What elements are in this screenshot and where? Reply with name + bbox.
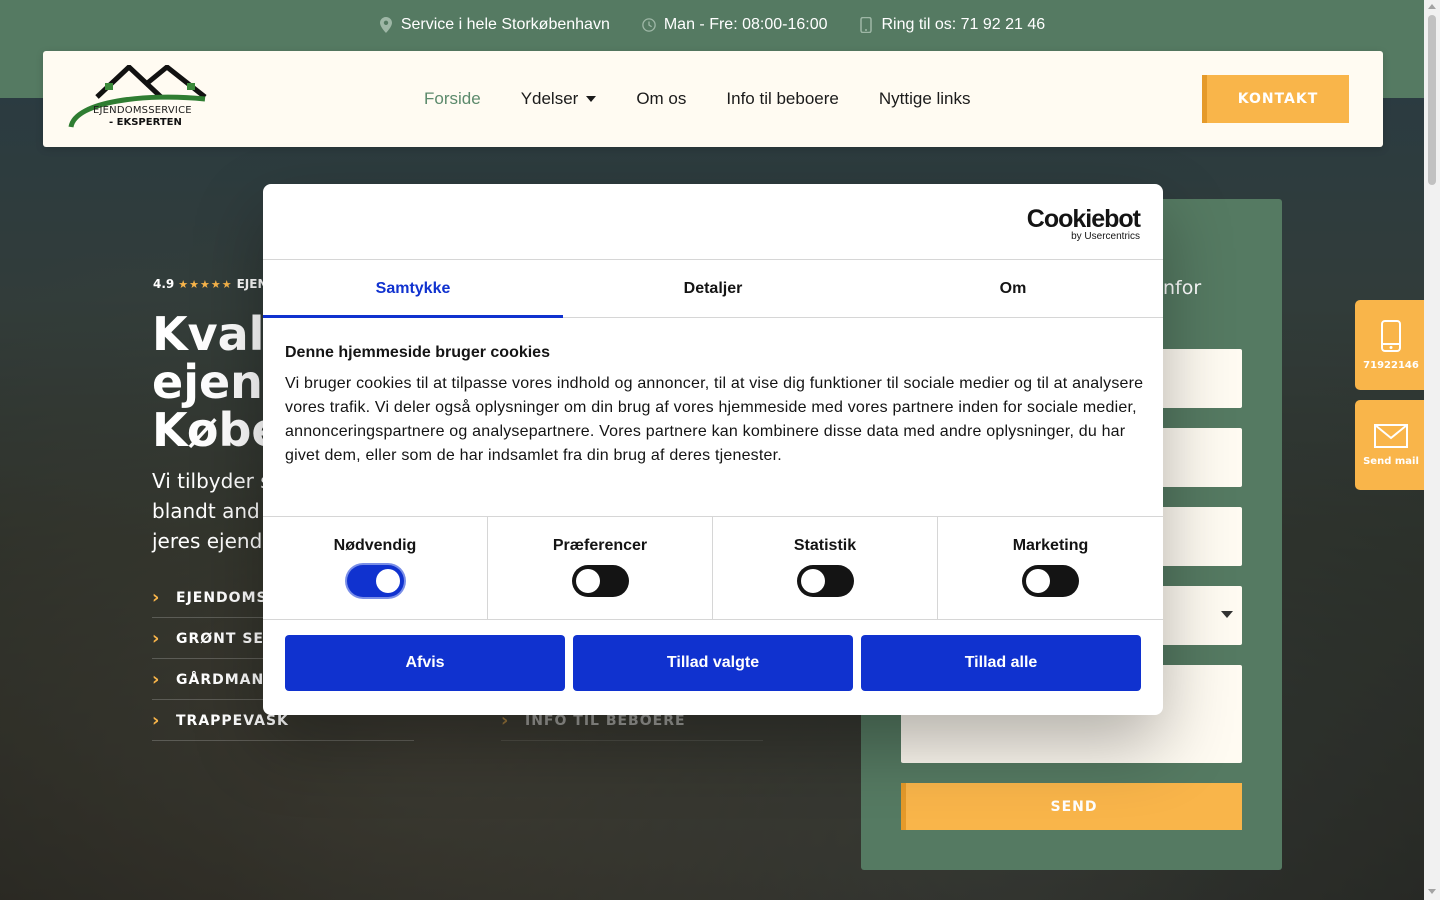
select-caret-icon — [1221, 611, 1233, 618]
float-call-label: 71922146 — [1363, 359, 1419, 371]
toggle-knob — [575, 569, 600, 593]
logo-text-line1: EJENDOMSSERVICE — [93, 105, 192, 116]
toggle-praeferencer: Præferencer — [488, 517, 713, 619]
toggle-switch-praeferencer[interactable] — [571, 565, 629, 597]
topbar: Service i hele Storkøbenhavn Man - Fre: … — [0, 0, 1424, 50]
tillad-alle-button[interactable]: Tillad alle — [861, 635, 1141, 691]
chevron-right-icon: › — [152, 669, 161, 690]
clock-icon — [642, 18, 656, 32]
rating-stars-icon: ★★★★★ — [178, 277, 233, 291]
rating-badge: 4.9 ★★★★★ EJEN — [153, 277, 267, 291]
site-header: EJENDOMSSERVICE - EKSPERTEN Forside Ydel… — [43, 51, 1383, 147]
topbar-phone[interactable]: Ring til os: 71 92 21 46 — [859, 16, 1045, 34]
nav-item-ydelser[interactable]: Ydelser — [521, 89, 597, 109]
toggle-label: Statistik — [793, 537, 857, 554]
toggle-noedvendig: Nødvendig — [263, 517, 488, 619]
service-link-label: GRØNT SER — [176, 630, 276, 647]
afvis-button[interactable]: Afvis — [285, 635, 565, 691]
nav-item-om-os[interactable]: Om os — [636, 89, 686, 109]
service-link-label: EJENDOMS — [176, 589, 268, 606]
cookie-buttons: Afvis Tillad valgte Tillad alle — [285, 635, 1141, 691]
main-nav: Forside Ydelser Om os Info til beboere N… — [424, 51, 971, 147]
toggle-switch-marketing[interactable] — [1022, 565, 1079, 597]
service-link-label: GÅRDMAN — [176, 671, 265, 688]
toggle-knob — [1026, 569, 1050, 593]
mobile-phone-icon — [1381, 319, 1401, 352]
topbar-phone-text[interactable]: Ring til os: 71 92 21 46 — [881, 16, 1045, 34]
logo-text-line2: - EKSPERTEN — [109, 117, 182, 128]
contact-form-title: nfor — [1163, 277, 1202, 299]
nav-item-ydelser-label: Ydelser — [520, 89, 579, 108]
chevron-right-icon: › — [152, 628, 161, 649]
tab-om[interactable]: Om — [863, 260, 1163, 317]
cookie-toggles: Nødvendig Præferencer Statistik Marketin… — [263, 516, 1163, 620]
nav-item-forside[interactable]: Forside — [424, 89, 481, 109]
topbar-service-text: Service i hele Storkøbenhavn — [400, 16, 610, 33]
mobile-phone-icon — [860, 17, 873, 33]
site-logo[interactable]: EJENDOMSSERVICE - EKSPERTEN — [67, 65, 209, 133]
cookie-dialog-title: Denne hjemmeside bruger cookies — [285, 344, 550, 361]
cookie-dialog-text: Vi bruger cookies til at tilpasse vores … — [285, 375, 1144, 464]
tab-detaljer[interactable]: Detaljer — [563, 260, 863, 317]
rating-value: 4.9 — [153, 277, 175, 291]
scroll-up-arrow-icon[interactable] — [1428, 4, 1436, 9]
float-mail-label: Send mail — [1363, 455, 1419, 467]
toggle-label: Præferencer — [552, 537, 648, 554]
toggle-marketing: Marketing — [938, 517, 1163, 619]
float-mail-button[interactable]: Send mail — [1355, 400, 1427, 490]
topbar-hours: Man - Fre: 08:00-16:00 — [642, 16, 828, 34]
toggle-knob — [800, 569, 825, 593]
toggle-statistik: Statistik — [713, 517, 938, 619]
topbar-service: Service i hele Storkøbenhavn — [379, 16, 610, 34]
toggle-label: Nødvendig — [333, 537, 417, 554]
send-button[interactable]: SEND — [901, 783, 1242, 830]
chevron-right-icon: › — [152, 710, 161, 731]
cookie-tabs: Samtykke Detaljer Om — [263, 259, 1163, 318]
cookie-consent-dialog: Cookiebot by Usercentrics Samtykke Detal… — [263, 184, 1163, 715]
map-pin-icon — [379, 17, 392, 33]
kontakt-button[interactable]: KONTAKT — [1202, 75, 1349, 123]
topbar-hours-text: Man - Fre: 08:00-16:00 — [663, 16, 828, 33]
toggle-knob — [375, 569, 400, 593]
nav-item-nyttige-links[interactable]: Nyttige links — [879, 89, 971, 109]
float-call-button[interactable]: 71922146 — [1355, 300, 1427, 390]
scrollbar-thumb[interactable] — [1428, 15, 1436, 185]
cookiebot-brand-sub: by Usercentrics — [1071, 231, 1140, 242]
toggle-switch-statistik[interactable] — [796, 565, 854, 597]
chevron-down-icon — [586, 96, 597, 102]
chevron-right-icon: › — [152, 587, 161, 608]
cookiebot-logo[interactable]: Cookiebot by Usercentrics — [1026, 205, 1141, 242]
tab-samtykke[interactable]: Samtykke — [263, 260, 563, 318]
scroll-down-arrow-icon[interactable] — [1428, 889, 1436, 894]
tillad-valgte-button[interactable]: Tillad valgte — [573, 635, 853, 691]
cookiebot-brand: Cookiebot — [1026, 205, 1141, 233]
toggle-label: Marketing — [1012, 537, 1089, 554]
envelope-icon — [1374, 423, 1408, 448]
nav-item-info-til-beboere[interactable]: Info til beboere — [726, 89, 838, 109]
toggle-switch-noedvendig[interactable] — [346, 565, 404, 597]
